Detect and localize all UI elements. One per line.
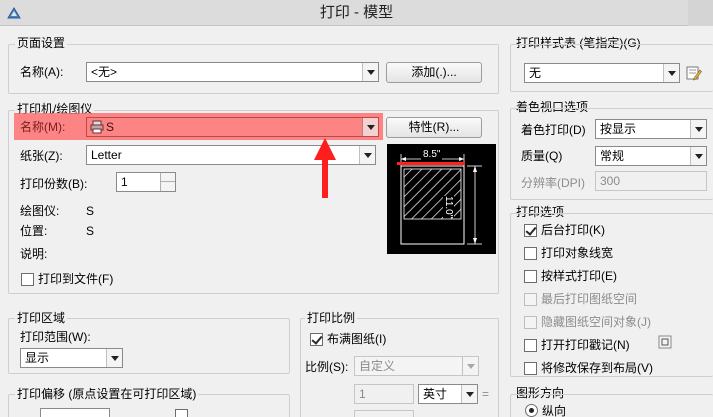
preview-height-label: 11.0" (443, 196, 454, 219)
close-button[interactable] (688, 0, 713, 26)
scale-equals: = (482, 387, 490, 401)
dpi-input[interactable]: 300 (595, 171, 707, 191)
preview-width-label: 8.5" (421, 149, 443, 160)
hide-paperspace-objects-checkbox[interactable] (524, 316, 537, 329)
location-value: S (86, 224, 95, 238)
scale-number-input[interactable]: 1 (354, 384, 414, 404)
plot-style-select[interactable]: 无 (524, 63, 680, 83)
plot-paperspace-last-checkbox[interactable] (524, 293, 537, 306)
paper-preview-drawing (397, 154, 482, 245)
shade-plot-label: 着色打印(D) (521, 123, 586, 137)
scale-value: 自定义 (359, 359, 396, 373)
quality-value: 常规 (600, 149, 625, 163)
dpi-value: 300 (600, 174, 621, 188)
save-to-layout-checkbox[interactable] (524, 362, 537, 375)
spin-up-icon[interactable] (160, 173, 175, 182)
chevron-down-icon[interactable] (690, 147, 706, 165)
chevron-down-icon[interactable] (462, 357, 478, 375)
location-label: 位置: (20, 224, 48, 238)
printer-name-label: 名称(M): (20, 120, 66, 134)
scale-number-value: 1 (359, 387, 366, 401)
fit-to-paper-label: 布满图纸(I) (327, 332, 387, 346)
plot-range-label: 打印范围(W): (20, 330, 91, 344)
quality-select[interactable]: 常规 (595, 146, 707, 166)
paper-value: Letter (91, 148, 122, 162)
background-plot-label: 后台打印(K) (541, 223, 605, 237)
page-setup-name-label: 名称(A): (20, 65, 64, 79)
window-title: 打印 - 模型 (319, 4, 394, 21)
print-to-file-label: 打印到文件(F) (38, 272, 114, 286)
plotter-label: 绘图仪: (20, 204, 60, 218)
printer-name-value: S (106, 120, 115, 134)
plot-stamp-label: 打开打印戳记(N) (541, 338, 630, 352)
chevron-down-icon[interactable] (663, 64, 679, 82)
printer-icon (90, 120, 104, 134)
chevron-down-icon[interactable] (461, 385, 477, 403)
chevron-down-icon[interactable] (690, 120, 706, 138)
plotter-value: S (86, 204, 95, 218)
plot-lineweights-checkbox[interactable] (524, 247, 537, 260)
paper-preview: 8.5" 11.0" (387, 144, 496, 254)
dpi-label: 分辨率(DPI) (521, 176, 585, 190)
plot-offset-title: 打印偏移 (原点设置在可打印区域) (15, 387, 199, 401)
plot-stamp-checkbox[interactable] (524, 339, 537, 352)
center-plot-checkbox[interactable] (175, 409, 188, 417)
print-to-file-checkbox[interactable] (21, 273, 34, 286)
copies-input[interactable]: 1 (116, 172, 176, 192)
add-page-setup-button[interactable]: 添加(.)... (386, 62, 482, 83)
title-bar: 打印 - 模型 (0, 0, 713, 26)
plot-range-select[interactable]: 显示 (20, 348, 123, 368)
plot-paperspace-last-label: 最后打印图纸空间 (541, 292, 638, 306)
pointer-arrow-icon (314, 138, 336, 198)
edit-icon[interactable] (686, 65, 702, 81)
shade-plot-select[interactable]: 按显示 (595, 119, 707, 139)
printer-name-select[interactable]: S (86, 117, 379, 137)
portrait-radio-dot (529, 408, 534, 413)
page-setup-name-select[interactable]: <无> (86, 62, 379, 82)
chevron-down-icon[interactable] (362, 118, 378, 136)
scale-unit-select[interactable]: 英寸 (418, 384, 478, 404)
description-label: 说明: (20, 247, 48, 261)
plot-scale-title: 打印比例 (305, 311, 358, 325)
background-plot-checkbox[interactable] (524, 224, 537, 237)
printer-properties-button[interactable]: 特性(R)... (386, 117, 482, 138)
chevron-down-icon[interactable] (359, 146, 375, 164)
plot-with-styles-label: 按样式打印(E) (541, 269, 617, 283)
page-setup-name-value: <无> (91, 65, 118, 79)
quality-label: 质量(Q) (521, 149, 563, 163)
offset-x-input[interactable] (40, 408, 110, 417)
plot-lineweights-label: 打印对象线宽 (541, 246, 614, 260)
page-setup-title: 页面设置 (15, 36, 68, 50)
copies-label: 打印份数(B): (20, 177, 88, 191)
scale-units-input[interactable] (354, 410, 414, 417)
plot-stamp-settings-icon[interactable] (658, 335, 672, 349)
print-dialog: 打印 - 模型 页面设置 名称(A): <无> 添加(.)... 打印机/绘图仪… (0, 0, 713, 417)
shade-plot-value: 按显示 (600, 122, 637, 136)
plot-style-value: 无 (529, 66, 542, 80)
chevron-down-icon[interactable] (106, 349, 122, 367)
chevron-down-icon[interactable] (362, 63, 378, 81)
spin-down-icon[interactable] (160, 182, 175, 191)
paper-label: 纸张(Z): (20, 149, 63, 163)
plot-with-styles-checkbox[interactable] (524, 270, 537, 283)
copies-value: 1 (121, 175, 128, 189)
plot-range-value: 显示 (25, 351, 50, 365)
fit-to-paper-checkbox[interactable] (310, 333, 323, 346)
portrait-radio[interactable] (525, 404, 538, 417)
portrait-label: 纵向 (542, 404, 567, 417)
hide-paperspace-objects-label: 隐藏图纸空间对象(J) (541, 315, 651, 329)
plot-area-title: 打印区域 (15, 311, 68, 325)
drawing-orientation-group (510, 394, 713, 417)
scale-select[interactable]: 自定义 (354, 356, 479, 376)
scale-label: 比例(S): (305, 360, 349, 374)
save-to-layout-label: 将修改保存到布局(V) (541, 361, 653, 375)
scale-unit-value: 英寸 (423, 387, 448, 401)
